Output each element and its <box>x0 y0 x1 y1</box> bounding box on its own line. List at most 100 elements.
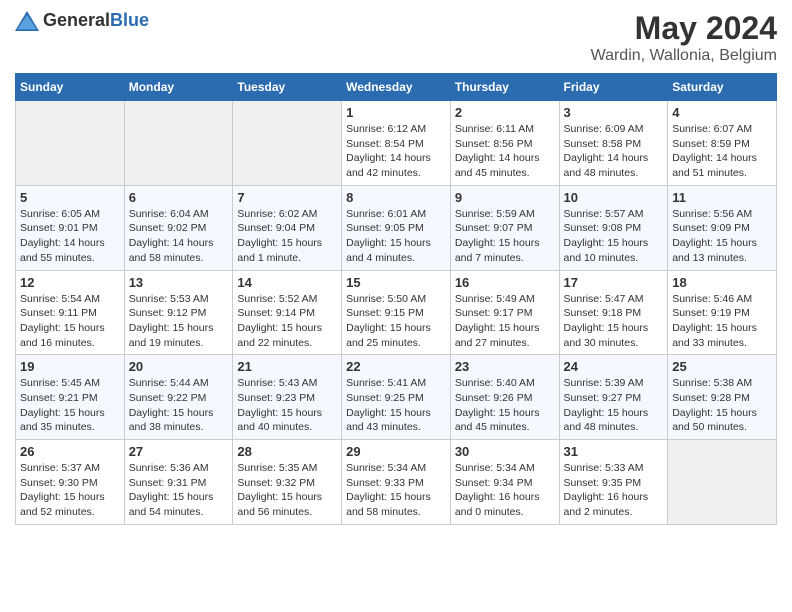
calendar-cell: 27 Sunrise: 5:36 AM Sunset: 9:31 PM Dayli… <box>124 440 233 525</box>
day-info: Sunrise: 6:07 AM Sunset: 8:59 PM Dayligh… <box>672 122 772 181</box>
day-info: Sunrise: 6:05 AM Sunset: 9:01 PM Dayligh… <box>20 207 120 266</box>
calendar-cell: 29 Sunrise: 5:34 AM Sunset: 9:33 PM Dayli… <box>342 440 451 525</box>
logo-general: General <box>43 10 110 30</box>
day-number: 18 <box>672 275 772 290</box>
day-number: 16 <box>455 275 555 290</box>
calendar-cell <box>124 101 233 186</box>
th-tuesday: Tuesday <box>233 74 342 101</box>
calendar-table: Sunday Monday Tuesday Wednesday Thursday… <box>15 73 777 525</box>
th-friday: Friday <box>559 74 668 101</box>
calendar-cell <box>233 101 342 186</box>
calendar-cell: 21 Sunrise: 5:43 AM Sunset: 9:23 PM Dayli… <box>233 355 342 440</box>
week-row-3: 12Sunrise: 5:54 AM Sunset: 9:11 PM Dayli… <box>16 270 777 355</box>
day-number: 19 <box>20 359 120 374</box>
day-number: 9 <box>455 190 555 205</box>
day-info: Sunrise: 5:47 AM Sunset: 9:18 PM Dayligh… <box>564 292 664 351</box>
calendar-cell: 12Sunrise: 5:54 AM Sunset: 9:11 PM Dayli… <box>16 270 125 355</box>
day-info: Sunrise: 5:44 AM Sunset: 9:22 PM Dayligh… <box>129 376 229 435</box>
day-number: 11 <box>672 190 772 205</box>
day-number: 28 <box>237 444 337 459</box>
day-number: 2 <box>455 105 555 120</box>
calendar-cell: 24 Sunrise: 5:39 AM Sunset: 9:27 PM Dayli… <box>559 355 668 440</box>
day-info: Sunrise: 6:01 AM Sunset: 9:05 PM Dayligh… <box>346 207 446 266</box>
th-wednesday: Wednesday <box>342 74 451 101</box>
day-number: 24 <box>564 359 664 374</box>
day-info: Sunrise: 5:35 AM Sunset: 9:32 PM Dayligh… <box>237 461 337 520</box>
day-number: 13 <box>129 275 229 290</box>
day-info: Sunrise: 5:59 AM Sunset: 9:07 PM Dayligh… <box>455 207 555 266</box>
calendar-cell: 14Sunrise: 5:52 AM Sunset: 9:14 PM Dayli… <box>233 270 342 355</box>
day-info: Sunrise: 5:49 AM Sunset: 9:17 PM Dayligh… <box>455 292 555 351</box>
calendar-cell: 25 Sunrise: 5:38 AM Sunset: 9:28 PM Dayli… <box>668 355 777 440</box>
day-info: Sunrise: 5:41 AM Sunset: 9:25 PM Dayligh… <box>346 376 446 435</box>
day-number: 29 <box>346 444 446 459</box>
day-info: Sunrise: 5:33 AM Sunset: 9:35 PM Dayligh… <box>564 461 664 520</box>
day-number: 15 <box>346 275 446 290</box>
calendar-cell: 16 Sunrise: 5:49 AM Sunset: 9:17 PM Dayli… <box>450 270 559 355</box>
day-info: Sunrise: 5:54 AM Sunset: 9:11 PM Dayligh… <box>20 292 120 351</box>
th-sunday: Sunday <box>16 74 125 101</box>
day-info: Sunrise: 5:50 AM Sunset: 9:15 PM Dayligh… <box>346 292 446 351</box>
day-number: 26 <box>20 444 120 459</box>
day-number: 3 <box>564 105 664 120</box>
calendar-cell: 4 Sunrise: 6:07 AM Sunset: 8:59 PM Daylig… <box>668 101 777 186</box>
calendar-cell: 19 Sunrise: 5:45 AM Sunset: 9:21 PM Dayli… <box>16 355 125 440</box>
day-info: Sunrise: 6:04 AM Sunset: 9:02 PM Dayligh… <box>129 207 229 266</box>
calendar-cell: 5 Sunrise: 6:05 AM Sunset: 9:01 PM Daylig… <box>16 185 125 270</box>
calendar-cell: 18 Sunrise: 5:46 AM Sunset: 9:19 PM Dayli… <box>668 270 777 355</box>
logo-icon <box>15 11 39 31</box>
calendar-cell: 20 Sunrise: 5:44 AM Sunset: 9:22 PM Dayli… <box>124 355 233 440</box>
calendar-cell: 10Sunrise: 5:57 AM Sunset: 9:08 PM Dayli… <box>559 185 668 270</box>
day-number: 20 <box>129 359 229 374</box>
calendar-cell: 26 Sunrise: 5:37 AM Sunset: 9:30 PM Dayli… <box>16 440 125 525</box>
day-number: 25 <box>672 359 772 374</box>
day-number: 7 <box>237 190 337 205</box>
day-info: Sunrise: 6:11 AM Sunset: 8:56 PM Dayligh… <box>455 122 555 181</box>
day-number: 17 <box>564 275 664 290</box>
calendar-cell: 8Sunrise: 6:01 AM Sunset: 9:05 PM Daylig… <box>342 185 451 270</box>
day-number: 5 <box>20 190 120 205</box>
calendar-header: Sunday Monday Tuesday Wednesday Thursday… <box>16 74 777 101</box>
day-number: 23 <box>455 359 555 374</box>
header-row: Sunday Monday Tuesday Wednesday Thursday… <box>16 74 777 101</box>
calendar-cell: 7Sunrise: 6:02 AM Sunset: 9:04 PM Daylig… <box>233 185 342 270</box>
day-number: 6 <box>129 190 229 205</box>
day-number: 22 <box>346 359 446 374</box>
calendar-cell <box>668 440 777 525</box>
day-info: Sunrise: 5:43 AM Sunset: 9:23 PM Dayligh… <box>237 376 337 435</box>
calendar-cell: 30Sunrise: 5:34 AM Sunset: 9:34 PM Dayli… <box>450 440 559 525</box>
calendar-body: 1 Sunrise: 6:12 AM Sunset: 8:54 PM Daylig… <box>16 101 777 525</box>
day-info: Sunrise: 5:39 AM Sunset: 9:27 PM Dayligh… <box>564 376 664 435</box>
day-info: Sunrise: 5:37 AM Sunset: 9:30 PM Dayligh… <box>20 461 120 520</box>
calendar-cell: 1 Sunrise: 6:12 AM Sunset: 8:54 PM Daylig… <box>342 101 451 186</box>
week-row-1: 1 Sunrise: 6:12 AM Sunset: 8:54 PM Daylig… <box>16 101 777 186</box>
day-info: Sunrise: 5:40 AM Sunset: 9:26 PM Dayligh… <box>455 376 555 435</box>
day-info: Sunrise: 5:56 AM Sunset: 9:09 PM Dayligh… <box>672 207 772 266</box>
calendar-cell: 28 Sunrise: 5:35 AM Sunset: 9:32 PM Dayli… <box>233 440 342 525</box>
day-info: Sunrise: 5:46 AM Sunset: 9:19 PM Dayligh… <box>672 292 772 351</box>
calendar-cell: 23 Sunrise: 5:40 AM Sunset: 9:26 PM Dayli… <box>450 355 559 440</box>
calendar-cell: 22 Sunrise: 5:41 AM Sunset: 9:25 PM Dayli… <box>342 355 451 440</box>
day-info: Sunrise: 5:45 AM Sunset: 9:21 PM Dayligh… <box>20 376 120 435</box>
day-info: Sunrise: 5:38 AM Sunset: 9:28 PM Dayligh… <box>672 376 772 435</box>
th-saturday: Saturday <box>668 74 777 101</box>
day-number: 4 <box>672 105 772 120</box>
day-info: Sunrise: 6:12 AM Sunset: 8:54 PM Dayligh… <box>346 122 446 181</box>
day-info: Sunrise: 5:34 AM Sunset: 9:34 PM Dayligh… <box>455 461 555 520</box>
subtitle: Wardin, Wallonia, Belgium <box>591 47 777 65</box>
week-row-5: 26 Sunrise: 5:37 AM Sunset: 9:30 PM Dayli… <box>16 440 777 525</box>
week-row-4: 19 Sunrise: 5:45 AM Sunset: 9:21 PM Dayli… <box>16 355 777 440</box>
calendar-cell: 6 Sunrise: 6:04 AM Sunset: 9:02 PM Daylig… <box>124 185 233 270</box>
day-info: Sunrise: 5:57 AM Sunset: 9:08 PM Dayligh… <box>564 207 664 266</box>
logo: GeneralBlue <box>15 10 149 31</box>
day-info: Sunrise: 5:34 AM Sunset: 9:33 PM Dayligh… <box>346 461 446 520</box>
day-info: Sunrise: 6:09 AM Sunset: 8:58 PM Dayligh… <box>564 122 664 181</box>
day-number: 21 <box>237 359 337 374</box>
day-info: Sunrise: 5:52 AM Sunset: 9:14 PM Dayligh… <box>237 292 337 351</box>
day-info: Sunrise: 5:36 AM Sunset: 9:31 PM Dayligh… <box>129 461 229 520</box>
calendar-cell: 9 Sunrise: 5:59 AM Sunset: 9:07 PM Daylig… <box>450 185 559 270</box>
day-number: 1 <box>346 105 446 120</box>
main-title: May 2024 <box>591 10 777 47</box>
day-number: 27 <box>129 444 229 459</box>
calendar-cell: 3 Sunrise: 6:09 AM Sunset: 8:58 PM Daylig… <box>559 101 668 186</box>
